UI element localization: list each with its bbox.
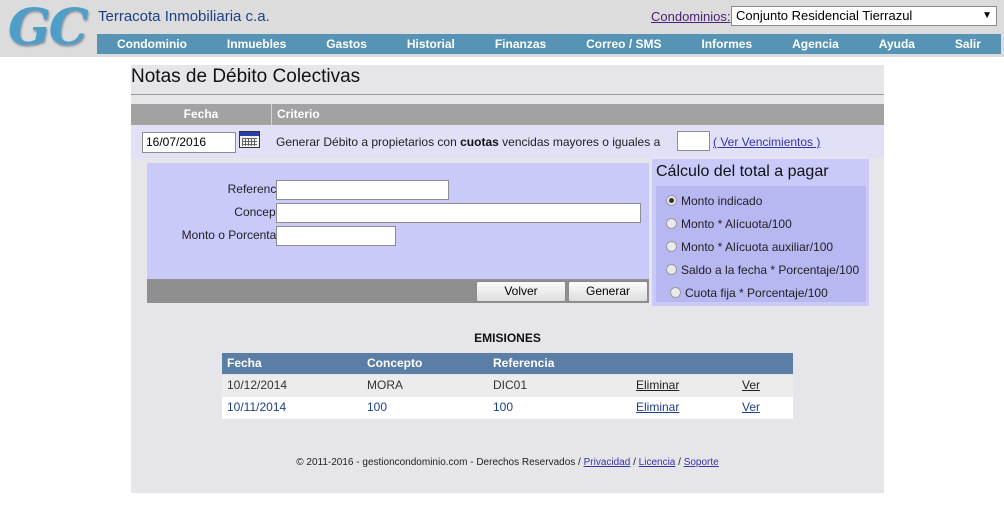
radio-icon[interactable] <box>666 264 677 275</box>
logo[interactable]: GC <box>8 2 89 52</box>
nav-correo-sms[interactable]: Correo / SMS <box>586 37 661 51</box>
criteria-text-after: vencidas mayores o iguales a <box>502 135 661 149</box>
app-header: GC Terracota Inmobiliaria c.a. Condomini… <box>0 0 1004 57</box>
volver-button[interactable]: Volver <box>476 281 566 302</box>
row-concepto: MORA <box>367 378 403 392</box>
col-fecha: Fecha <box>131 104 272 125</box>
radio-icon[interactable] <box>666 241 677 252</box>
criteria-text-before: Generar Débito a propietarios con <box>276 135 457 149</box>
condominio-selected: Conjunto Residencial Tierrazul <box>736 8 913 23</box>
main-nav: Condominio Inmuebles Gastos Historial Fi… <box>97 34 1001 54</box>
calc-option-monto-alicuota[interactable]: Monto * Alícuota/100 <box>666 217 792 231</box>
copyright-text: © 2011-2016 - gestioncondominio.com - De… <box>296 457 581 468</box>
criteria-text-bold: cuotas <box>460 135 499 149</box>
criteria-text: Generar Débito a propietarios con cuotas… <box>276 135 660 149</box>
row-referencia: 100 <box>493 400 514 414</box>
ver-link[interactable]: Ver <box>742 397 760 418</box>
emisiones-title: EMISIONES <box>474 331 541 345</box>
row-concepto: 100 <box>367 400 388 414</box>
calc-panel: Cálculo del total a pagar Monto indicado… <box>652 159 869 306</box>
header-referencia: Referencia <box>493 356 555 370</box>
table-row: 10/12/2014 MORA DIC01 Eliminar Ver <box>222 375 793 397</box>
calc-option-saldo-porcentaje[interactable]: Saldo a la fecha * Porcentaje/100 <box>666 263 859 277</box>
table-row: 10/11/2014 100 100 Eliminar Ver <box>222 397 793 419</box>
title-divider <box>131 94 884 95</box>
nav-informes[interactable]: Informes <box>701 37 752 51</box>
eliminar-link[interactable]: Eliminar <box>636 375 679 396</box>
nav-condominio[interactable]: Condominio <box>117 37 187 51</box>
monto-input[interactable] <box>276 226 396 246</box>
calc-options: Monto indicado Monto * Alícuota/100 Mont… <box>656 186 866 302</box>
row-fecha: 10/11/2014 <box>227 400 287 414</box>
row-referencia: DIC01 <box>493 378 528 392</box>
emisiones-header-row: Fecha Concepto Referencia <box>222 353 793 374</box>
calc-option-monto-indicado[interactable]: Monto indicado <box>666 194 762 208</box>
footer: © 2011-2016 - gestioncondominio.com - De… <box>131 457 884 468</box>
nav-inmuebles[interactable]: Inmuebles <box>227 37 286 51</box>
criteria-header: Fecha Criterio <box>131 104 884 125</box>
calendar-icon[interactable] <box>239 131 260 148</box>
footer-separator: / <box>678 457 681 468</box>
nav-historial[interactable]: Historial <box>407 37 455 51</box>
fecha-input[interactable]: 16/07/2016 <box>142 132 236 153</box>
nav-ayuda[interactable]: Ayuda <box>879 37 915 51</box>
ver-vencimientos-link[interactable]: ( Ver Vencimientos ) <box>713 135 820 149</box>
ver-link[interactable]: Ver <box>742 375 760 396</box>
eliminar-link[interactable]: Eliminar <box>636 397 679 418</box>
header-concepto: Concepto <box>367 356 423 370</box>
calc-option-monto-alicuota-aux[interactable]: Monto * Alícuota auxiliar/100 <box>666 240 833 254</box>
nav-finanzas[interactable]: Finanzas <box>495 37 546 51</box>
generar-button[interactable]: Generar <box>568 281 648 302</box>
monto-label: Monto o Porcentaje: <box>181 228 289 242</box>
cuotas-input[interactable] <box>677 131 710 151</box>
col-criterio: Criterio <box>277 107 320 121</box>
condominios-link[interactable]: Condominios: <box>651 9 731 24</box>
concepto-input[interactable] <box>276 203 641 223</box>
main-panel: Notas de Débito Colectivas Fecha Criteri… <box>131 65 884 493</box>
dropdown-arrow-icon: ▼ <box>982 10 992 21</box>
radio-checked-icon[interactable] <box>666 195 677 206</box>
nav-agencia[interactable]: Agencia <box>792 37 839 51</box>
condominio-select[interactable]: Conjunto Residencial Tierrazul ▼ <box>731 6 997 26</box>
footer-separator: / <box>633 457 636 468</box>
nav-gastos[interactable]: Gastos <box>326 37 367 51</box>
referencia-input[interactable] <box>276 180 449 200</box>
criteria-row: 16/07/2016 Generar Débito a propietarios… <box>131 126 884 158</box>
company-name: Terracota Inmobiliaria c.a. <box>98 8 270 25</box>
radio-icon[interactable] <box>666 218 677 229</box>
soporte-link[interactable]: Soporte <box>684 457 719 468</box>
licencia-link[interactable]: Licencia <box>639 457 676 468</box>
header-fecha: Fecha <box>227 356 262 370</box>
page-title: Notas de Débito Colectivas <box>131 66 361 87</box>
row-fecha: 10/12/2014 <box>227 378 288 392</box>
radio-icon[interactable] <box>670 287 681 298</box>
privacidad-link[interactable]: Privacidad <box>584 457 631 468</box>
calc-title: Cálculo del total a pagar <box>656 163 829 180</box>
nav-salir[interactable]: Salir <box>955 37 981 51</box>
calc-option-cuota-fija[interactable]: Cuota fija * Porcentaje/100 <box>670 286 828 300</box>
